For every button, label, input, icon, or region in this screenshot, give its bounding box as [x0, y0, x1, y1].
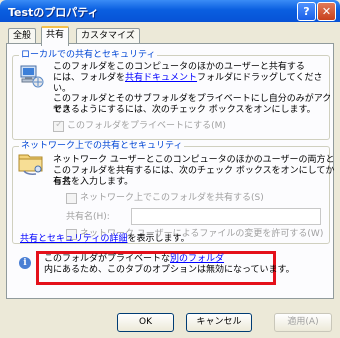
- private-folder-label: このフォルダをプライベートにする(M): [67, 121, 226, 131]
- tab-customize[interactable]: カスタマイズ: [76, 28, 140, 44]
- local-sharing-group-title: ローカルでの共有とセキュリティ: [19, 49, 158, 61]
- network-desc-line3: 有名を入力します。: [53, 177, 134, 187]
- info-line1-a: このフォルダがプライベートな: [44, 254, 171, 264]
- tab-general[interactable]: 全般: [8, 28, 37, 44]
- computer-icon: [20, 65, 44, 88]
- share-name-label: 共有名(H):: [66, 212, 110, 222]
- properties-dialog: Testのプロパティ ? ✕ 全般 共有 カスタマイズ ローカルでの共有とセキュ…: [0, 0, 340, 338]
- private-folder-checkbox[interactable]: ✓: [53, 119, 64, 132]
- sharing-details-link[interactable]: 共有とセキュリティの詳細: [20, 234, 127, 244]
- ok-button[interactable]: OK: [117, 313, 174, 332]
- shared-folder-icon: [18, 154, 43, 175]
- local-desc-line4: できるようにするには、次のチェック ボックスをオンにします。: [53, 105, 316, 115]
- apply-button[interactable]: 適用(A): [274, 313, 332, 332]
- info-icon: i: [19, 257, 31, 269]
- share-network-label: ネットワーク上でこのフォルダを共有する(S): [80, 193, 264, 203]
- title-bar[interactable]: Testのプロパティ ? ✕: [0, 0, 340, 22]
- shared-documents-link[interactable]: 共有ドキュメント: [125, 73, 197, 83]
- window-title: Testのプロパティ: [8, 6, 99, 19]
- tab-sharing[interactable]: 共有: [41, 26, 70, 46]
- share-name-input[interactable]: [131, 208, 321, 225]
- local-desc-line1: このフォルダをこのコンピュータのほかのユーザーと共有する: [53, 62, 305, 72]
- help-button[interactable]: ?: [297, 2, 316, 21]
- cancel-button[interactable]: キャンセル: [186, 313, 252, 332]
- close-button[interactable]: ✕: [317, 2, 336, 21]
- info-line2: 内にあるため、このタブのオプションは無効になっています。: [44, 265, 295, 275]
- share-network-checkbox[interactable]: [66, 193, 77, 204]
- local-desc-line2-a: には、フォルダを: [53, 73, 126, 83]
- other-folder-link[interactable]: 別のフォルダ: [170, 254, 224, 264]
- checkmark-icon: ✓: [55, 119, 64, 130]
- info-line1: このフォルダがプライベートな別のフォルダ: [44, 254, 224, 265]
- details-suffix: を表示します。: [127, 234, 190, 244]
- network-desc-line1: ネットワーク ユーザーとこのコンピュータのほかのユーザーの両方と: [53, 155, 335, 165]
- local-desc-line2: には、フォルダを共有ドキュメントフォルダにドラッグしてください。: [53, 73, 340, 95]
- details-text: 共有とセキュリティの詳細を表示します。: [20, 234, 190, 245]
